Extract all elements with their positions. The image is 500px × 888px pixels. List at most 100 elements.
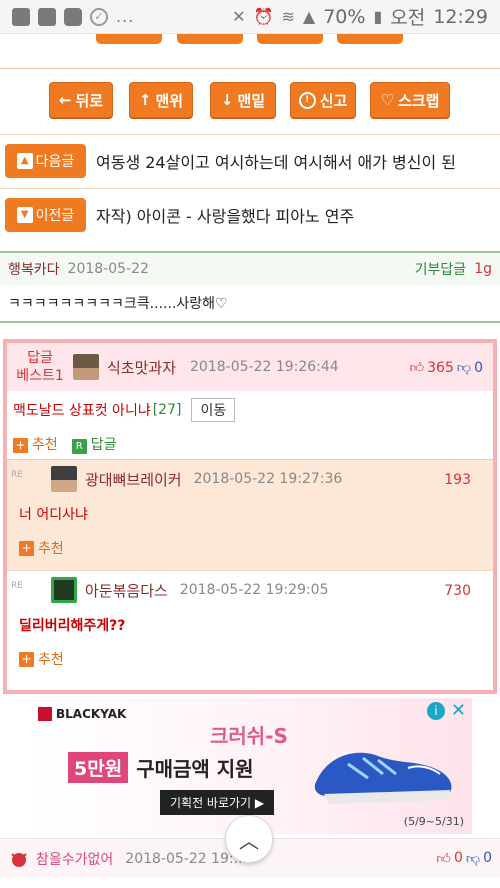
arrow-up-icon: ↑ bbox=[138, 91, 152, 109]
vote-counts: 👍︎ 0 👎︎ 0 bbox=[436, 850, 492, 867]
peek-button[interactable] bbox=[337, 34, 403, 44]
peek-button[interactable] bbox=[177, 34, 243, 44]
youtube-icon bbox=[64, 7, 82, 26]
reply-count: [27] bbox=[152, 402, 182, 418]
reply-text: 딜리버리해주게?? bbox=[19, 618, 126, 634]
signal-icon: ▲ bbox=[302, 7, 316, 26]
ad-main-text: 구매금액 지원 bbox=[136, 757, 254, 781]
battery-percent: 70% bbox=[323, 5, 366, 28]
next-post-title[interactable]: 여동생 24살이고 여시하는데 여시해서 애가 병신이 된 bbox=[96, 149, 456, 173]
peek-button[interactable] bbox=[96, 34, 162, 44]
member-icon bbox=[11, 852, 27, 867]
avatar bbox=[73, 354, 99, 380]
vote-counts: 👍︎ 365 👎︎ 0 bbox=[409, 359, 483, 377]
u-plus-icon bbox=[12, 7, 30, 26]
ad-brand: BLACKYAK bbox=[38, 707, 126, 721]
best-author[interactable]: 식초맛과자 bbox=[107, 357, 176, 378]
downvote-count: 0 bbox=[474, 359, 483, 376]
top-button[interactable]: ↑ 맨위 bbox=[129, 82, 193, 118]
heart-icon: ♡ bbox=[380, 91, 395, 109]
reply-votes: 730 bbox=[444, 583, 471, 599]
ad-controls: i ✕ bbox=[426, 702, 466, 720]
clock: 12:29 bbox=[433, 5, 488, 28]
move-button[interactable]: 이동 bbox=[191, 398, 236, 422]
brand-logo-icon bbox=[38, 707, 52, 721]
thumbs-up-icon[interactable]: 👍︎ bbox=[409, 359, 424, 376]
close-icon[interactable]: ✕ bbox=[451, 702, 466, 720]
ad-period: (5/9~5/31) bbox=[403, 815, 464, 828]
image-icon bbox=[38, 7, 56, 26]
info-icon[interactable]: i bbox=[426, 702, 445, 720]
best-reply-header: 답글 베스트1 식초맛과자 2018-05-22 19:26:44 👍︎ 365… bbox=[7, 343, 493, 391]
reply-text: 너 어디사냐 bbox=[19, 507, 88, 523]
thumbs-up-icon[interactable]: 👍︎ bbox=[436, 850, 451, 867]
scroll-top-icon: ︿ bbox=[239, 828, 259, 853]
thumbs-down-icon[interactable]: 👎︎ bbox=[457, 359, 471, 376]
recommend-button[interactable]: + 추천 bbox=[19, 649, 64, 669]
more-notifications: ... bbox=[116, 7, 135, 26]
battery-icon: ▮ bbox=[373, 7, 383, 26]
shoe-image bbox=[314, 752, 452, 804]
re-icon: RE bbox=[11, 581, 23, 591]
plus-icon: + bbox=[19, 540, 34, 556]
best-title-row: 맥도날드 상표컷 아니냐 [27] 이동 bbox=[7, 391, 493, 429]
ad-badge: 5만원 bbox=[68, 752, 129, 783]
arrow-left-icon: ← bbox=[58, 91, 72, 109]
prev-post-title[interactable]: 자작) 아이콘 - 사랑을했다 피아노 연주 bbox=[96, 203, 354, 227]
ad-offer: 5만원 구매금액 지원 bbox=[68, 752, 254, 783]
donation-amount: 1g bbox=[474, 261, 492, 277]
upvote-count: 0 bbox=[453, 850, 463, 866]
mute-icon: ✕ bbox=[232, 7, 246, 26]
reply-item: RE 광대뼈브레이커 2018-05-22 19:27:36 193 너 어디사… bbox=[7, 459, 493, 570]
nav-button-row: ← 뒤로 ↑ 맨위 ↓ 맨밑 ! 신고 ♡ 스크랩 bbox=[0, 82, 500, 120]
divider bbox=[0, 68, 500, 69]
best-reply-text: 맥도날드 상표컷 아니냐 bbox=[13, 403, 151, 419]
downvote-count: 0 bbox=[483, 850, 492, 866]
best-actions: + 추천 R 답글 bbox=[7, 429, 493, 459]
comment-text: ㅋㅋㅋㅋㅋㅋㅋㅋㅋ크큭......사랑해♡ bbox=[0, 285, 500, 323]
prev-post-button[interactable]: ▼ 이전글 bbox=[5, 197, 86, 232]
alarm-icon: ⏰ bbox=[253, 7, 274, 26]
ad-banner[interactable]: BLACKYAK i ✕ 크러쉬-S 5만원 구매금액 지원 기획전 바로가기 … bbox=[28, 698, 472, 834]
donate-reply-link[interactable]: 기부답글 bbox=[415, 259, 467, 279]
back-button[interactable]: ← 뒤로 bbox=[49, 82, 113, 118]
best-datetime: 2018-05-22 19:26:44 bbox=[190, 359, 339, 375]
arrow-down-icon: ↓ bbox=[220, 91, 234, 109]
comment-author[interactable]: 행복카다 bbox=[8, 259, 60, 279]
comment-date: 2018-05-22 bbox=[67, 261, 149, 277]
avatar bbox=[51, 466, 77, 492]
report-button[interactable]: ! 신고 bbox=[290, 82, 356, 118]
reply-datetime: 2018-05-22 19:29:05 bbox=[179, 582, 329, 598]
comment-header: 행복카다 2018-05-22 기부답글 1g bbox=[0, 251, 500, 285]
wifi-icon: ≋ bbox=[281, 7, 295, 26]
peek-button[interactable] bbox=[257, 34, 323, 44]
next-post-row[interactable]: ▲ 다음글 여동생 24살이고 여시하는데 여시해서 애가 병신이 된 bbox=[0, 134, 500, 186]
scrap-button[interactable]: ♡ 스크랩 bbox=[370, 82, 450, 118]
avatar bbox=[51, 577, 77, 603]
r-icon: R bbox=[71, 439, 87, 454]
triangle-up-icon: ▲ bbox=[16, 152, 33, 169]
ad-headline: 크러쉬-S bbox=[210, 724, 288, 748]
scroll-top-button[interactable]: ︿ bbox=[225, 815, 273, 863]
recommend-button[interactable]: + 추천 bbox=[13, 434, 58, 454]
reply-button[interactable]: R 답글 bbox=[71, 434, 117, 454]
thumbs-down-icon[interactable]: 👎︎ bbox=[466, 850, 480, 867]
reply-votes: 193 bbox=[444, 472, 471, 488]
triangle-down-icon: ▼ bbox=[16, 206, 33, 223]
bottom-button[interactable]: ↓ 맨밑 bbox=[210, 82, 276, 118]
re-icon: RE bbox=[11, 470, 23, 480]
ad-cta-button[interactable]: 기획전 바로가기 ▶ bbox=[160, 790, 275, 815]
upvote-count: 365 bbox=[427, 359, 454, 376]
check-icon: ✓ bbox=[90, 7, 108, 26]
best-label: 답글 베스트1 bbox=[16, 350, 64, 384]
best-reply-box: 답글 베스트1 식초맛과자 2018-05-22 19:26:44 👍︎ 365… bbox=[3, 339, 497, 694]
reply-author[interactable]: 광대뼈브레이커 bbox=[85, 469, 182, 490]
ampm: 오전 bbox=[390, 7, 426, 29]
next-post-button[interactable]: ▲ 다음글 bbox=[5, 143, 86, 178]
reply-author[interactable]: 아둔볶음다스 bbox=[85, 580, 168, 601]
reply-item: RE 아둔볶음다스 2018-05-22 19:29:05 730 딜리버리해주… bbox=[7, 570, 493, 680]
comment-author[interactable]: 참을수가없어 bbox=[36, 849, 113, 869]
recommend-button[interactable]: + 추천 bbox=[19, 538, 64, 558]
previous-button-row bbox=[0, 34, 500, 44]
prev-post-row[interactable]: ▼ 이전글 자작) 아이콘 - 사랑을했다 피아노 연주 bbox=[0, 188, 500, 240]
